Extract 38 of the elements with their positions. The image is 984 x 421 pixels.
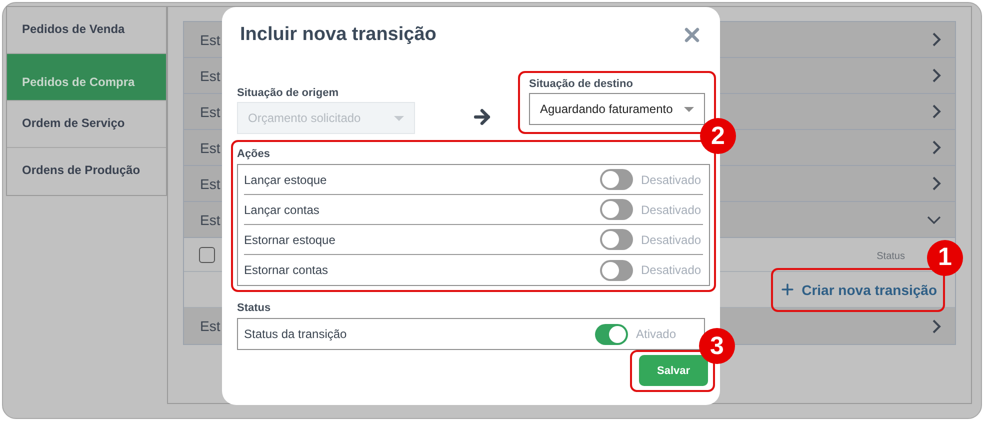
toggle-label: Lançar estoque <box>244 172 327 187</box>
row-title: Est <box>200 32 220 48</box>
row-title: Est <box>200 140 220 156</box>
step-badge: 3 <box>699 328 735 364</box>
row-title: Est <box>200 68 220 84</box>
row-title: Est <box>200 212 220 228</box>
toggle-state: Desativado <box>641 172 702 187</box>
toggle-state: Desativado <box>641 263 702 278</box>
sidebar-item[interactable]: Pedidos de Compra <box>7 54 166 101</box>
section-label: Status <box>237 302 272 314</box>
sidebar-item[interactable]: Ordens de Produção <box>7 148 166 195</box>
toggle-switch[interactable] <box>600 199 633 220</box>
field-label: Situação de destino <box>529 78 634 90</box>
row-title: Est <box>200 176 220 192</box>
toggle-switch[interactable] <box>600 260 633 281</box>
row-title: Est <box>200 104 220 120</box>
sidebar-item[interactable]: Ordem de Serviço <box>7 101 166 148</box>
toggle-state: Desativado <box>641 202 702 217</box>
column-header: Status <box>876 251 905 262</box>
section-label: Ações <box>237 148 270 160</box>
create-transition-button[interactable]: Criar nova transição <box>774 280 941 300</box>
save-button[interactable]: Salvar <box>639 355 708 386</box>
toggle-label: Lançar contas <box>244 202 320 217</box>
dialog-title: Incluir nova transição <box>240 24 436 46</box>
row-title: Est <box>200 318 220 334</box>
toggle-state: Desativado <box>641 232 702 247</box>
toggle-state: Ativado <box>636 327 676 341</box>
toggle-switch[interactable] <box>600 169 633 190</box>
toggle-label: Status da transição <box>244 327 347 341</box>
step-badge: 1 <box>927 240 963 276</box>
toggle-label: Estornar contas <box>244 263 328 278</box>
toggle-switch[interactable] <box>595 324 628 344</box>
toggle-switch[interactable] <box>600 229 633 250</box>
plus-icon <box>778 281 796 298</box>
toggle-label: Estornar estoque <box>244 232 336 247</box>
field-label: Situação de origem <box>237 87 340 100</box>
dropdown-field[interactable]: Aguardando faturamento <box>529 93 705 126</box>
checkbox[interactable] <box>199 246 215 262</box>
